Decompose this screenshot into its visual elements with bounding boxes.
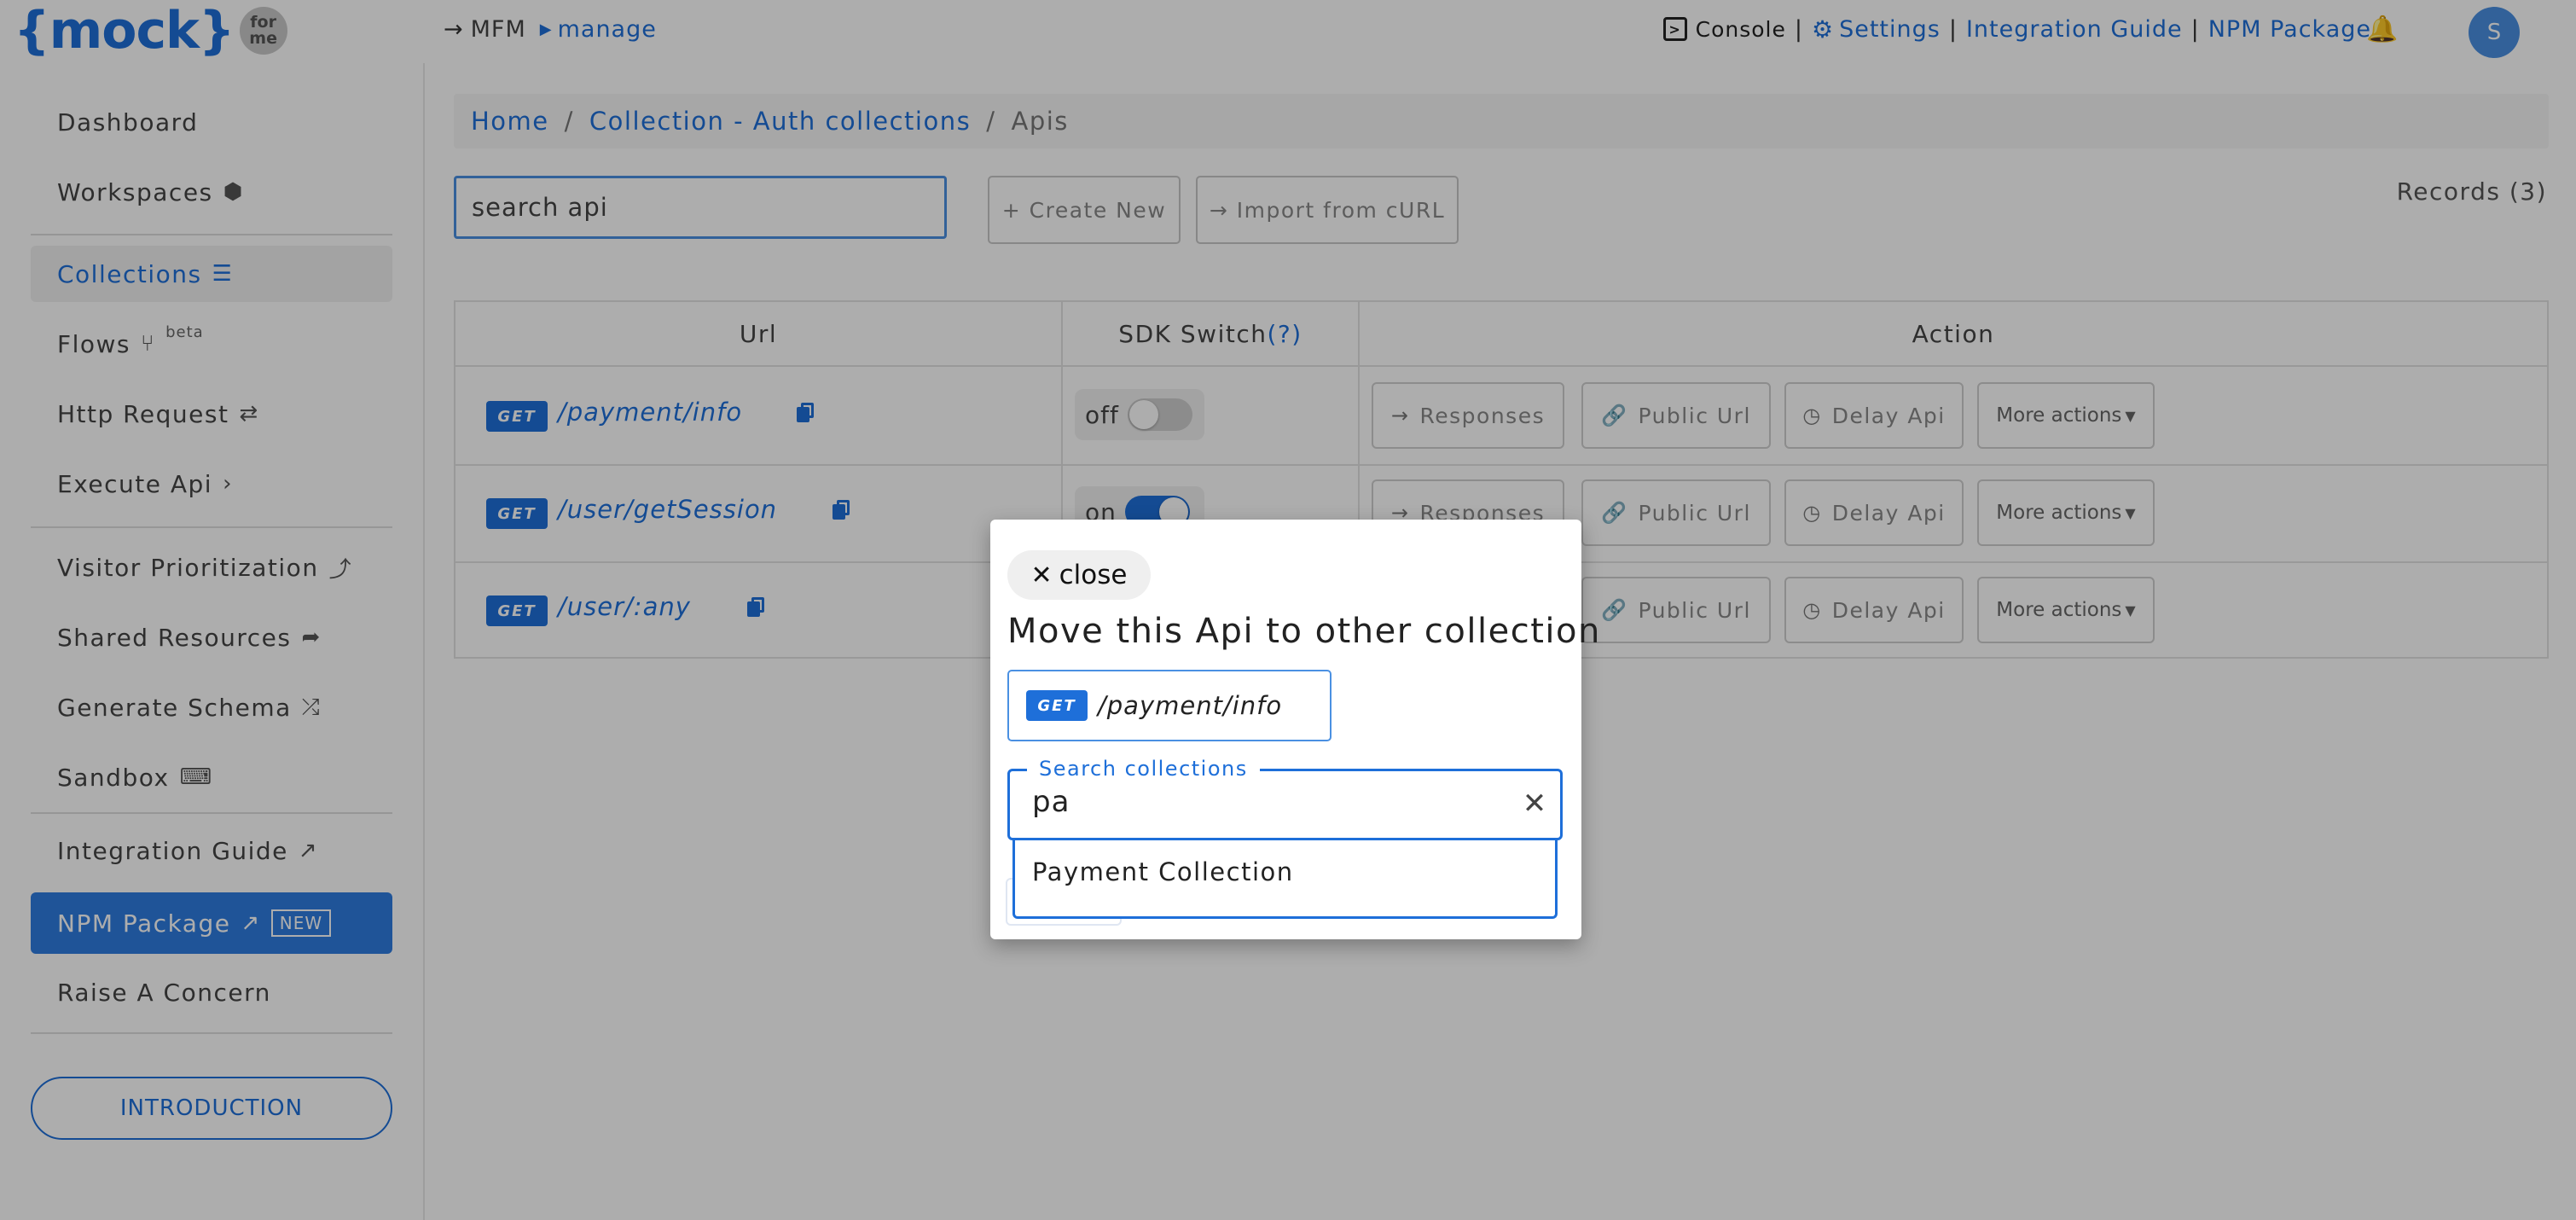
move-api-modal: ✕ close Move this Api to other collectio… bbox=[990, 520, 1599, 939]
selected-api-url: /payment/info bbox=[1098, 691, 1283, 720]
search-collections-input[interactable]: pa bbox=[1032, 785, 1070, 819]
clear-icon[interactable]: ✕ bbox=[1517, 783, 1552, 824]
search-collections-label: Search collections bbox=[1027, 756, 1260, 781]
close-label: close bbox=[1059, 560, 1128, 590]
close-icon: ✕ bbox=[1030, 560, 1053, 590]
close-button[interactable]: ✕ close bbox=[1007, 550, 1151, 600]
collections-dropdown: Payment Collection bbox=[1012, 840, 1558, 919]
method-badge: GET bbox=[1026, 690, 1088, 721]
search-collections-field[interactable]: Search collections pa ✕ bbox=[1007, 756, 1563, 840]
modal-title: Move this Api to other collection bbox=[1007, 612, 1601, 651]
app-root: {mock} for me → MFM ▶ manage > Console |… bbox=[0, 0, 2576, 1220]
dropdown-option[interactable]: Payment Collection bbox=[1032, 857, 1294, 886]
selected-api-chip: GET /payment/info bbox=[1007, 670, 1332, 741]
